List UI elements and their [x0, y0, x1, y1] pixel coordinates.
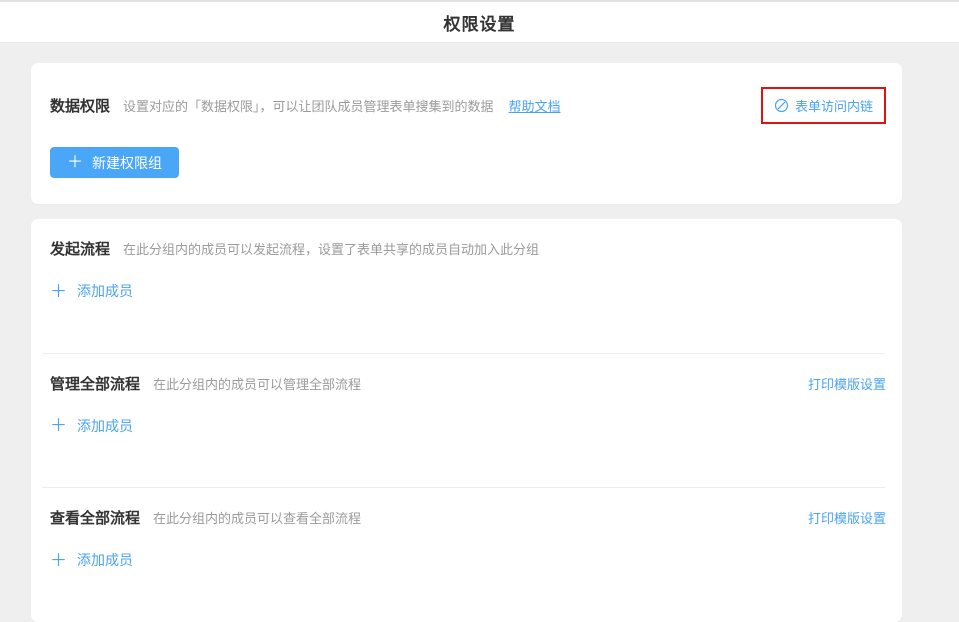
add-member-label: 添加成员: [77, 416, 133, 436]
plus-icon: ＋: [50, 283, 67, 300]
section-header-row: 管理全部流程 在此分组内的成员可以管理全部流程 打印模版设置: [50, 373, 886, 394]
section-manage-all-process: 管理全部流程 在此分组内的成员可以管理全部流程 打印模版设置 ＋ 添加成员: [31, 354, 902, 488]
data-permission-card: 数据权限 设置对应的「数据权限」，可以让团队成员管理表单搜集到的数据 帮助文档 …: [31, 63, 902, 204]
print-template-settings-link[interactable]: 打印模版设置: [808, 374, 886, 393]
create-permission-group-label: 新建权限组: [92, 153, 162, 173]
section-title: 管理全部流程: [50, 373, 140, 394]
plus-icon: ＋: [50, 552, 67, 569]
plus-icon: ＋: [67, 155, 83, 171]
process-permission-card: 发起流程 在此分组内的成员可以发起流程，设置了表单共享的成员自动加入此分组 ＋ …: [31, 219, 902, 622]
section-header-row: 查看全部流程 在此分组内的成员可以查看全部流程 打印模版设置: [50, 507, 886, 528]
add-member-link[interactable]: ＋ 添加成员: [50, 281, 133, 301]
section-title: 查看全部流程: [50, 507, 140, 528]
section-start-process: 发起流程 在此分组内的成员可以发起流程，设置了表单共享的成员自动加入此分组 ＋ …: [31, 219, 902, 353]
add-member-label: 添加成员: [77, 550, 133, 570]
page-header: 权限设置: [0, 0, 959, 43]
page-title: 权限设置: [444, 10, 516, 35]
section-title: 发起流程: [50, 238, 110, 259]
form-access-inner-link-label: 表单访问内链: [795, 96, 873, 115]
add-member-label: 添加成员: [77, 281, 133, 301]
section-description: 在此分组内的成员可以发起流程，设置了表单共享的成员自动加入此分组: [123, 239, 539, 258]
help-doc-link[interactable]: 帮助文档: [509, 96, 561, 115]
data-permission-description: 设置对应的「数据权限」，可以让团队成员管理表单搜集到的数据: [123, 96, 494, 115]
main-content: 数据权限 设置对应的「数据权限」，可以让团队成员管理表单搜集到的数据 帮助文档 …: [31, 63, 902, 622]
data-permission-title: 数据权限: [50, 95, 110, 116]
section-description: 在此分组内的成员可以查看全部流程: [153, 508, 361, 527]
create-permission-group-button[interactable]: ＋ 新建权限组: [50, 147, 179, 178]
section-view-all-process: 查看全部流程 在此分组内的成员可以查看全部流程 打印模版设置 ＋ 添加成员: [31, 488, 902, 622]
plus-icon: ＋: [50, 417, 67, 434]
chain-link-icon: [774, 98, 789, 113]
form-access-inner-link[interactable]: 表单访问内链: [761, 87, 886, 124]
data-permission-header-row: 数据权限 设置对应的「数据权限」，可以让团队成员管理表单搜集到的数据 帮助文档 …: [50, 87, 886, 124]
add-member-link[interactable]: ＋ 添加成员: [50, 416, 133, 436]
section-header-row: 发起流程 在此分组内的成员可以发起流程，设置了表单共享的成员自动加入此分组: [50, 238, 886, 259]
add-member-link[interactable]: ＋ 添加成员: [50, 550, 133, 570]
print-template-settings-link[interactable]: 打印模版设置: [808, 508, 886, 527]
section-description: 在此分组内的成员可以管理全部流程: [153, 374, 361, 393]
